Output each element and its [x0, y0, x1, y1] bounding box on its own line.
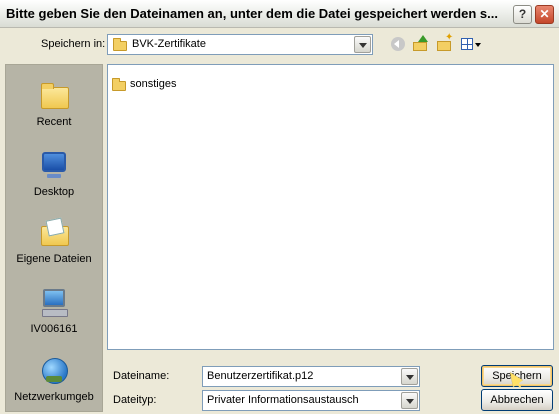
file-name: sonstiges — [130, 78, 177, 90]
filename-field[interactable]: Benutzerzertifikat.p12 — [202, 366, 420, 387]
file-list[interactable]: sonstiges — [107, 64, 554, 350]
filetype-label: Dateityp: — [113, 394, 157, 406]
dialog-title: Bitte geben Sie den Dateinamen an, unter… — [6, 6, 498, 21]
chevron-down-icon[interactable] — [401, 392, 418, 409]
place-label: Recent — [36, 116, 72, 128]
place-my-documents[interactable]: Eigene Dateien — [6, 210, 102, 274]
folder-up-icon[interactable] — [412, 35, 430, 53]
save-dialog: Bitte geben Sie den Dateinamen an, unter… — [0, 0, 559, 414]
save-in-value: BVK-Zertifikate — [132, 38, 206, 50]
chevron-down-icon[interactable] — [401, 368, 418, 385]
place-desktop[interactable]: Desktop — [6, 143, 102, 207]
help-button[interactable]: ? — [513, 5, 532, 24]
place-label: Netzwerkumgeb — [14, 391, 94, 403]
folder-icon — [112, 78, 126, 91]
save-in-label: Speichern in: — [41, 38, 106, 50]
save-in-dropdown[interactable]: BVK-Zertifikate — [107, 34, 373, 55]
folder-icon — [113, 38, 127, 51]
place-recent[interactable]: Recent — [6, 73, 102, 137]
my-documents-icon — [38, 216, 70, 248]
filename-value: Benutzerzertifikat.p12 — [207, 370, 314, 382]
filetype-select[interactable]: Privater Informationsaustausch — [202, 390, 420, 411]
desktop-icon — [38, 149, 70, 181]
cancel-button[interactable]: Abbrechen — [481, 389, 553, 411]
place-my-computer[interactable]: IV006161 — [6, 280, 102, 344]
places-bar: Recent Desktop Eigene Dateien IV006161 N… — [5, 64, 103, 412]
recent-icon — [38, 79, 70, 111]
filename-label: Dateiname: — [113, 370, 170, 382]
place-label: IV006161 — [30, 323, 78, 335]
close-button[interactable]: ✕ — [535, 5, 554, 24]
place-label: Desktop — [33, 186, 75, 198]
my-computer-icon — [38, 286, 70, 318]
network-places-icon — [38, 354, 70, 386]
chevron-down-icon[interactable] — [354, 36, 371, 53]
filetype-value: Privater Informationsaustausch — [207, 394, 359, 406]
place-network[interactable]: Netzwerkumgeb — [6, 348, 102, 412]
title-bar[interactable]: Bitte geben Sie den Dateinamen an, unter… — [0, 0, 559, 28]
back-icon[interactable] — [389, 35, 407, 53]
views-menu-icon[interactable] — [460, 35, 482, 53]
new-folder-icon[interactable] — [436, 32, 454, 53]
place-label: Eigene Dateien — [16, 253, 92, 265]
